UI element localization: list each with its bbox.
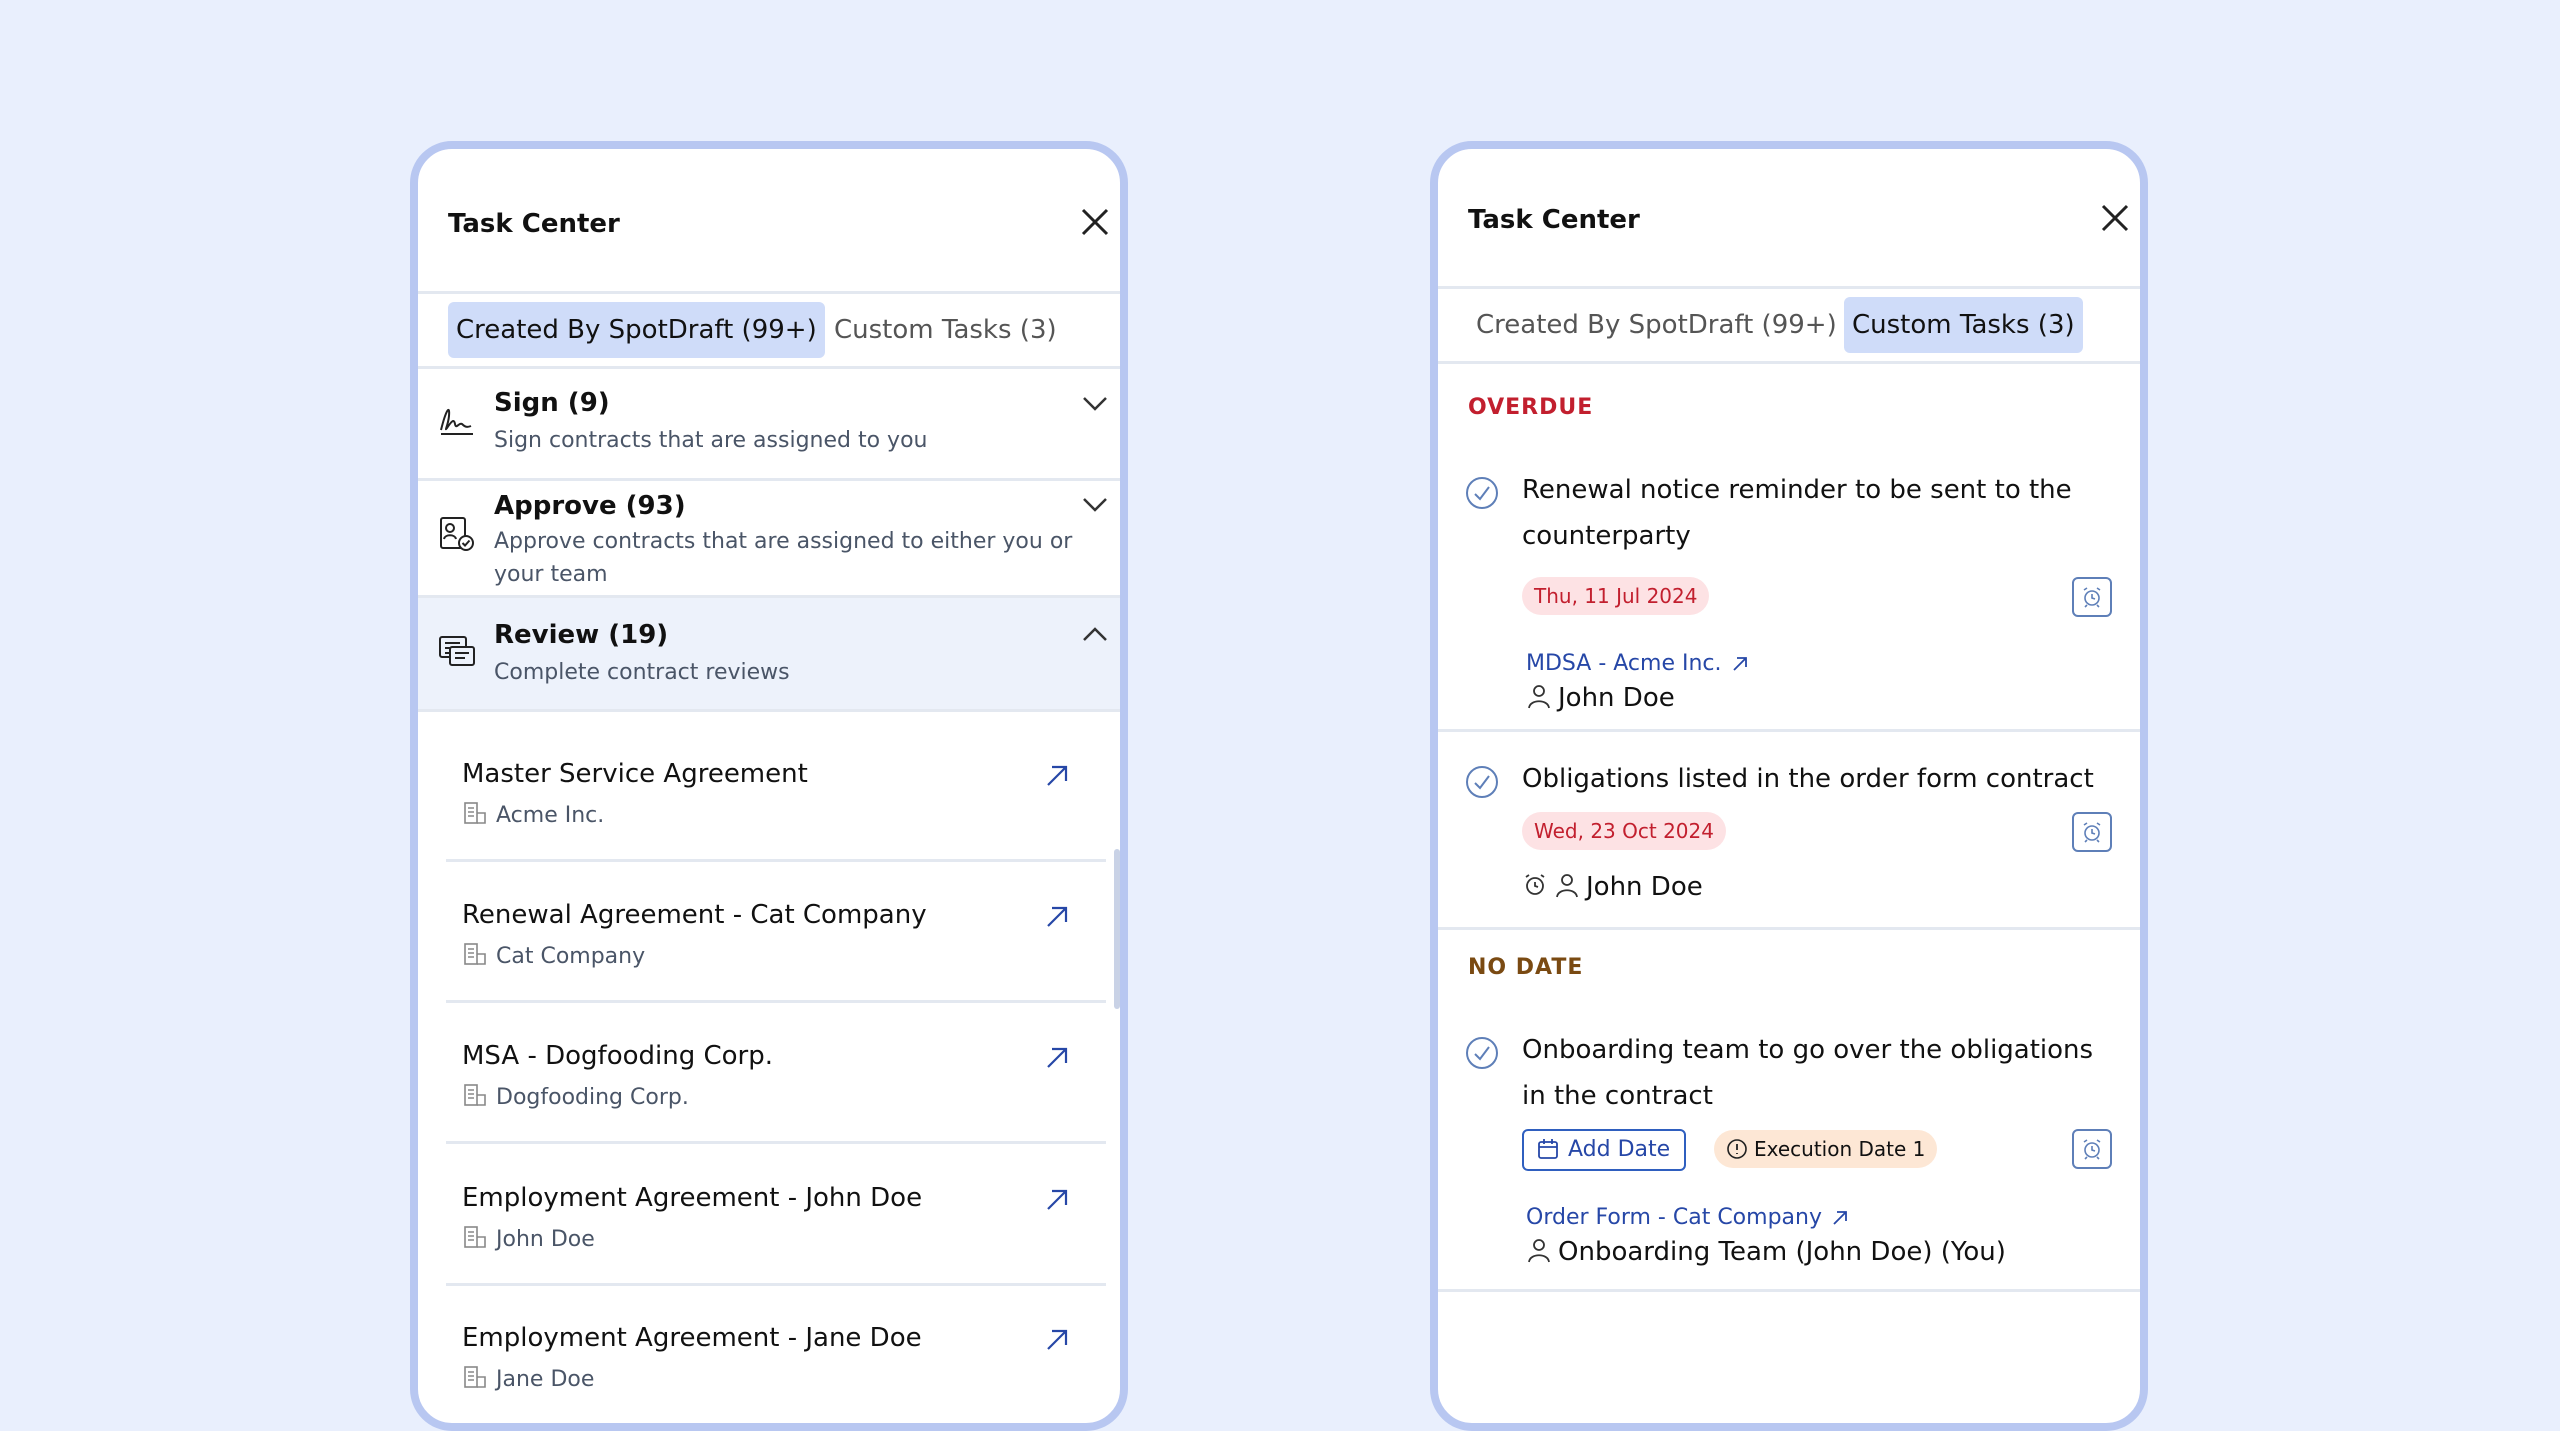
add-date-label: Add Date (1568, 1137, 1671, 1162)
organization-icon (462, 1225, 488, 1251)
set-reminder-button[interactable] (2072, 577, 2112, 617)
person-icon (1526, 1237, 1552, 1263)
section-description: Sign contracts that are assigned to you (494, 428, 928, 453)
due-date-badge: Wed, 23 Oct 2024 (1522, 812, 1726, 850)
list-item[interactable]: Employment Agreement - John Doe John Doe (446, 1143, 1106, 1286)
tab-custom-tasks[interactable]: Custom Tasks (3) (826, 302, 1065, 358)
organization-icon (462, 801, 488, 827)
contract-name: Renewal Agreement - Cat Company (462, 900, 927, 930)
alarm-icon (2083, 1139, 2101, 1160)
task-center-panel-right: Task Center Created By SpotDraft (99+) C… (1430, 141, 2148, 1431)
alarm-icon (2083, 587, 2101, 608)
section-title: Sign (9) (494, 388, 610, 418)
list-item[interactable]: Renewal Agreement - Cat Company Cat Comp… (446, 860, 1106, 1003)
section-approve[interactable]: Approve (93) Approve contracts that are … (418, 481, 1120, 598)
organization-name: Dogfooding Corp. (496, 1085, 689, 1110)
panel-title: Task Center (448, 209, 620, 239)
assignee-name: John Doe (1586, 872, 1703, 902)
task-item[interactable]: Onboarding team to go over the obligatio… (1438, 999, 2140, 1292)
assignee-name: Onboarding Team (John Doe) (You) (1558, 1237, 2006, 1267)
contract-name: Employment Agreement - Jane Doe (462, 1323, 922, 1353)
scrollbar[interactable] (1114, 849, 1120, 1009)
section-sign[interactable]: Sign (9) Sign contracts that are assigne… (418, 366, 1120, 481)
add-date-button[interactable]: Add Date (1522, 1129, 1687, 1171)
task-title: Onboarding team to go over the obligatio… (1522, 1035, 2094, 1111)
section-title: Review (19) (494, 620, 669, 650)
contract-link-label: Order Form - Cat Company (1526, 1205, 1822, 1230)
list-item[interactable]: MSA - Dogfooding Corp. Dogfooding Corp. (446, 1001, 1106, 1144)
contract-link[interactable]: MDSA - Acme Inc. (1526, 651, 1750, 676)
approve-icon (438, 515, 476, 553)
tab-bar: Created By SpotDraft (99+) Custom Tasks … (1438, 286, 2140, 364)
task-title: Renewal notice reminder to be sent to th… (1522, 475, 2072, 551)
assignee: Onboarding Team (John Doe) (You) (1526, 1237, 2006, 1267)
complete-task-checkbox[interactable] (1464, 1035, 1500, 1071)
organization-icon (462, 1365, 488, 1391)
organization-name: Jane Doe (496, 1367, 595, 1392)
organization-name: Cat Company (496, 944, 646, 969)
task-title: Obligations listed in the order form con… (1522, 764, 2094, 794)
open-external-arrow-icon[interactable] (1042, 761, 1072, 791)
tab-created-by-spotdraft[interactable]: Created By SpotDraft (99+) (1468, 297, 1845, 353)
chevron-up-icon[interactable] (1080, 620, 1110, 650)
chevron-down-icon[interactable] (1080, 489, 1110, 519)
list-item[interactable]: Employment Agreement - Jane Doe Jane Doe (446, 1283, 1106, 1423)
task-center-panel-left: Task Center Created By SpotDraft (99+) C… (410, 141, 1128, 1431)
contract-name: Employment Agreement - John Doe (462, 1183, 923, 1213)
contract-link[interactable]: Order Form - Cat Company (1526, 1205, 1850, 1230)
tab-created-by-spotdraft[interactable]: Created By SpotDraft (99+) (448, 302, 825, 358)
open-external-arrow-icon (1833, 1211, 1847, 1225)
tab-bar: Created By SpotDraft (99+) Custom Tasks … (418, 291, 1120, 369)
execution-date-label: Execution Date 1 (1754, 1137, 1926, 1161)
assignee-name: John Doe (1558, 683, 1675, 713)
organization-icon (462, 1083, 488, 1109)
calendar-icon (1538, 1139, 1558, 1159)
organization-icon (462, 942, 488, 968)
task-item[interactable]: Renewal notice reminder to be sent to th… (1438, 439, 2140, 732)
chevron-down-icon[interactable] (1080, 388, 1110, 418)
open-external-arrow-icon[interactable] (1042, 1185, 1072, 1215)
group-label-overdue: OVERDUE (1468, 395, 1594, 420)
signature-icon (438, 400, 476, 438)
list-item[interactable]: Master Service Agreement Acme Inc. (446, 719, 1106, 862)
alarm-icon (2083, 822, 2101, 843)
organization-name: Acme Inc. (496, 803, 605, 828)
execution-date-badge: Execution Date 1 (1714, 1130, 1938, 1168)
task-item[interactable]: Obligations listed in the order form con… (1438, 732, 2140, 930)
info-icon (1727, 1139, 1747, 1159)
contract-link-label: MDSA - Acme Inc. (1526, 651, 1722, 676)
panel-title: Task Center (1468, 205, 1640, 235)
section-review[interactable]: Review (19) Complete contract reviews (418, 598, 1120, 712)
review-icon (438, 632, 476, 670)
open-external-arrow-icon[interactable] (1042, 1043, 1072, 1073)
assignee: John Doe (1526, 683, 1675, 713)
reminder-set-icon (1522, 872, 1548, 898)
close-icon[interactable] (2098, 201, 2132, 235)
complete-task-checkbox[interactable] (1464, 764, 1500, 800)
assignee: John Doe (1522, 872, 1703, 902)
person-icon (1554, 872, 1580, 898)
person-icon (1526, 683, 1552, 709)
due-date-badge: Thu, 11 Jul 2024 (1522, 577, 1710, 615)
open-external-arrow-icon[interactable] (1042, 902, 1072, 932)
group-label-no-date: NO DATE (1468, 955, 1584, 980)
set-reminder-button[interactable] (2072, 812, 2112, 852)
section-title: Approve (93) (494, 491, 686, 521)
set-reminder-button[interactable] (2072, 1129, 2112, 1169)
tab-custom-tasks[interactable]: Custom Tasks (3) (1844, 297, 2083, 353)
contract-name: MSA - Dogfooding Corp. (462, 1041, 774, 1071)
organization-name: John Doe (496, 1227, 595, 1252)
close-icon[interactable] (1078, 205, 1112, 239)
panel-header: Task Center (1438, 149, 2140, 293)
complete-task-checkbox[interactable] (1464, 475, 1500, 511)
contract-name: Master Service Agreement (462, 759, 808, 789)
open-external-arrow-icon[interactable] (1042, 1325, 1072, 1355)
open-external-arrow-icon (1732, 657, 1747, 671)
section-description: Approve contracts that are assigned to e… (494, 529, 1073, 587)
section-description: Complete contract reviews (494, 660, 790, 685)
panel-header: Task Center (418, 149, 1120, 293)
